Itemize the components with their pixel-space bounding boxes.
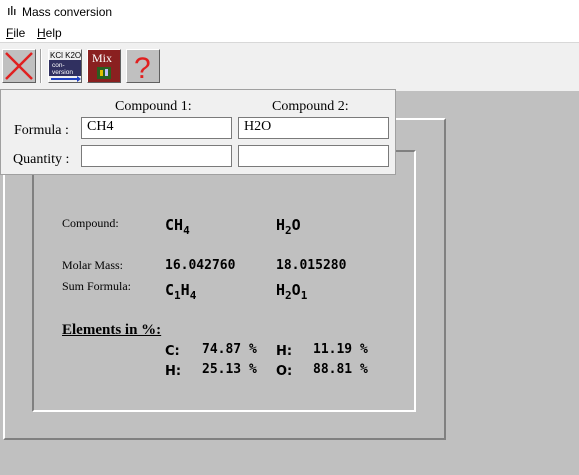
toolbar-separator (40, 49, 42, 83)
element-symbol: H (180, 281, 190, 299)
help-button[interactable]: ? (126, 49, 160, 83)
compound2-element-percent: 11.19 % (313, 342, 368, 357)
compound2-sum-formula: H2O1 (276, 281, 308, 302)
svg-text:Mix: Mix (92, 51, 112, 65)
element-symbol: O (291, 216, 301, 234)
conversion-icon: KCl K2O con- version (49, 50, 81, 82)
element-count: 4 (189, 289, 197, 302)
compound2-header: Compound 2: (272, 99, 349, 114)
element-count: 2 (285, 224, 292, 237)
mix-icon: Mix (88, 50, 120, 82)
formula-label: Formula : (14, 123, 69, 138)
element-symbol: H (174, 216, 184, 234)
compound1-formula-input[interactable]: CH4 (81, 117, 232, 139)
input-panel: Compound 1: Compound 2: Formula : Quanti… (0, 89, 396, 175)
compound2-formula-input[interactable]: H2O (238, 117, 389, 139)
element-symbol: C (165, 216, 175, 234)
compound1-quantity-input[interactable] (81, 145, 232, 167)
compound1-element-symbol: C: (165, 344, 180, 359)
help-icon: ? (134, 52, 151, 82)
compound2-element-symbol: O: (276, 364, 293, 379)
svg-text:KCl K2O: KCl K2O (50, 51, 81, 60)
elements-heading: Elements in %: (62, 322, 162, 338)
menu-bar: File Help (0, 24, 579, 42)
svg-text:con-: con- (52, 62, 65, 69)
element-count: 2 (285, 289, 292, 302)
element-symbol: H (276, 216, 286, 234)
element-count: 1 (300, 289, 308, 302)
close-button[interactable] (2, 49, 36, 83)
conversion-button[interactable]: KCl K2O con- version (48, 49, 82, 83)
menu-help[interactable]: Help (37, 26, 62, 40)
compound1-header: Compound 1: (115, 99, 192, 114)
element-symbol: O (291, 281, 301, 299)
compound1-sum-formula: C1H4 (165, 281, 197, 302)
compound1-formula: CH4 (165, 216, 190, 237)
element-count: 4 (183, 224, 190, 237)
compound-label: Compound: (62, 216, 119, 230)
mix-button[interactable]: Mix (87, 49, 121, 83)
element-symbol: C (165, 281, 175, 299)
quantity-label: Quantity : (13, 152, 70, 167)
compound2-formula: H2O (276, 216, 301, 237)
menu-file[interactable]: File (6, 26, 25, 40)
sum-formula-label: Sum Formula: (62, 279, 132, 293)
compound1-element-percent: 74.87 % (202, 342, 257, 357)
close-icon (5, 52, 33, 80)
element-symbol: H (276, 281, 286, 299)
compound1-molar-mass: 16.042760 (165, 258, 236, 273)
window-title: Mass conversion (22, 5, 113, 19)
title-bar: Mass conversion (0, 0, 579, 24)
compound1-element-percent: 25.13 % (202, 362, 257, 377)
element-count: 1 (174, 289, 181, 302)
compound2-element-symbol: H: (276, 344, 293, 359)
compound1-element-symbol: H: (165, 364, 182, 379)
toolbar: KCl K2O con- version Mix ? (0, 42, 579, 91)
compound2-molar-mass: 18.015280 (276, 258, 347, 273)
compound2-element-percent: 88.81 % (313, 362, 368, 377)
svg-text:version: version (52, 69, 73, 76)
molar-mass-label: Molar Mass: (62, 258, 123, 272)
app-icon (8, 6, 16, 15)
svg-text:?: ? (134, 52, 151, 82)
compound2-quantity-input[interactable] (238, 145, 389, 167)
